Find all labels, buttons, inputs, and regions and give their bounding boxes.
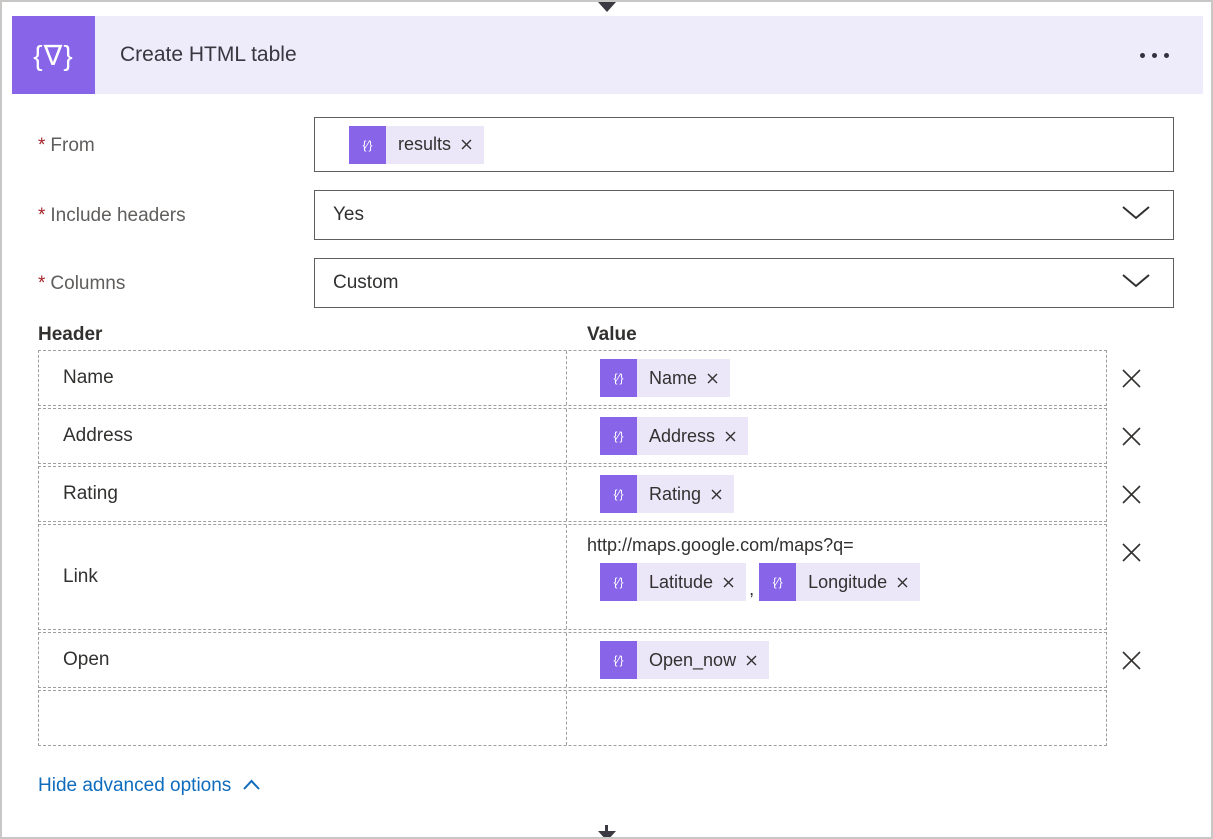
from-label: *From bbox=[38, 135, 95, 157]
dynamic-content-icon: {∕} bbox=[349, 126, 386, 164]
hide-advanced-options-link[interactable]: Hide advanced options bbox=[38, 775, 261, 797]
table-row: Name {∕} Name bbox=[38, 350, 1155, 406]
token-remove-icon[interactable] bbox=[711, 489, 722, 500]
hide-advanced-options-label: Hide advanced options bbox=[38, 775, 231, 797]
header-cell-input[interactable]: Rating bbox=[39, 467, 567, 521]
delete-row-button[interactable] bbox=[1107, 524, 1155, 630]
token-remove-icon[interactable] bbox=[725, 431, 736, 442]
dynamic-content-icon: {∕} bbox=[759, 563, 796, 601]
from-label-text: From bbox=[50, 135, 94, 156]
value-cell-input[interactable] bbox=[567, 691, 1106, 745]
dynamic-content-icon: {∕} bbox=[600, 475, 637, 513]
dynamic-content-token[interactable]: {∕} Name bbox=[600, 359, 730, 397]
data-operation-icon: {∇} bbox=[12, 16, 95, 94]
table-row: Rating {∕} Rating bbox=[38, 466, 1155, 522]
delete-row-button[interactable] bbox=[1107, 632, 1155, 688]
dynamic-content-icon: {∕} bbox=[600, 563, 637, 601]
header-cell-input[interactable]: Name bbox=[39, 351, 567, 405]
token-label: results bbox=[398, 134, 451, 155]
chevron-down-icon bbox=[1121, 204, 1151, 226]
token-remove-icon[interactable] bbox=[723, 577, 734, 588]
value-text[interactable]: http://maps.google.com/maps?q= bbox=[587, 535, 854, 556]
more-options-icon[interactable] bbox=[1132, 45, 1177, 66]
include-headers-label: *Include headers bbox=[38, 205, 186, 227]
from-input[interactable]: {∕} results bbox=[314, 117, 1174, 172]
delete-row-button[interactable] bbox=[1107, 466, 1155, 522]
table-value-column-label: Value bbox=[587, 324, 637, 346]
token-label: Latitude bbox=[649, 572, 713, 593]
token-remove-icon[interactable] bbox=[461, 139, 472, 150]
required-mark: * bbox=[38, 273, 45, 294]
dynamic-content-icon: {∕} bbox=[600, 359, 637, 397]
value-cell-input[interactable]: {∕} Rating bbox=[567, 467, 1106, 521]
dynamic-content-token[interactable]: {∕} Open_now bbox=[600, 641, 769, 679]
token-label: Longitude bbox=[808, 572, 887, 593]
token-remove-icon[interactable] bbox=[897, 577, 908, 588]
chevron-up-icon bbox=[242, 775, 261, 797]
columns-dropdown[interactable]: Custom bbox=[314, 258, 1174, 308]
dynamic-content-token[interactable]: {∕} Longitude bbox=[759, 563, 920, 601]
token-label: Address bbox=[649, 426, 715, 447]
chevron-down-icon bbox=[1121, 272, 1151, 294]
header-cell-input[interactable]: Link bbox=[39, 525, 567, 629]
flow-connector-arrow-top bbox=[598, 2, 616, 12]
table-row: Open {∕} Open_now bbox=[38, 632, 1155, 688]
dynamic-content-token[interactable]: {∕} results bbox=[349, 126, 484, 164]
card-title: Create HTML table bbox=[120, 43, 297, 67]
include-headers-value: Yes bbox=[333, 204, 364, 226]
token-label: Name bbox=[649, 368, 697, 389]
columns-label-text: Columns bbox=[50, 273, 125, 294]
header-cell-input[interactable] bbox=[39, 691, 567, 745]
table-row: Link http://maps.google.com/maps?q= {∕} … bbox=[38, 524, 1155, 630]
dot bbox=[1152, 53, 1157, 58]
create-html-table-card: {∇} Create HTML table *From {∕} results … bbox=[0, 0, 1213, 839]
dot bbox=[1140, 53, 1145, 58]
custom-columns-table: Name {∕} Name Address {∕} Address bbox=[38, 350, 1155, 746]
value-cell-input[interactable]: {∕} Open_now bbox=[567, 633, 1106, 687]
required-mark: * bbox=[38, 135, 45, 156]
dynamic-content-token[interactable]: {∕} Latitude bbox=[600, 563, 746, 601]
delete-row-button[interactable] bbox=[1107, 408, 1155, 464]
dynamic-content-icon: {∕} bbox=[600, 641, 637, 679]
columns-label: *Columns bbox=[38, 273, 125, 295]
token-label: Rating bbox=[649, 484, 701, 505]
header-cell-input[interactable]: Address bbox=[39, 409, 567, 463]
header-cell-input[interactable]: Open bbox=[39, 633, 567, 687]
table-row bbox=[38, 690, 1155, 746]
required-mark: * bbox=[38, 205, 45, 226]
token-label: Open_now bbox=[649, 650, 736, 671]
table-header-column-label: Header bbox=[38, 324, 102, 346]
card-header[interactable]: {∇} Create HTML table bbox=[12, 16, 1203, 94]
value-cell-input[interactable]: http://maps.google.com/maps?q= {∕} Latit… bbox=[567, 525, 1106, 629]
delete-row-button[interactable] bbox=[1107, 350, 1155, 406]
dynamic-content-token[interactable]: {∕} Address bbox=[600, 417, 748, 455]
include-headers-label-text: Include headers bbox=[50, 205, 185, 226]
value-cell-input[interactable]: {∕} Address bbox=[567, 409, 1106, 463]
table-row: Address {∕} Address bbox=[38, 408, 1155, 464]
token-remove-icon[interactable] bbox=[746, 655, 757, 666]
columns-value: Custom bbox=[333, 272, 398, 294]
value-cell-input[interactable]: {∕} Name bbox=[567, 351, 1106, 405]
dynamic-content-token[interactable]: {∕} Rating bbox=[600, 475, 734, 513]
dot bbox=[1164, 53, 1169, 58]
flow-connector-arrow-bottom bbox=[598, 831, 616, 839]
value-text-separator: , bbox=[749, 579, 754, 600]
include-headers-dropdown[interactable]: Yes bbox=[314, 190, 1174, 240]
token-remove-icon[interactable] bbox=[707, 373, 718, 384]
dynamic-content-icon: {∕} bbox=[600, 417, 637, 455]
